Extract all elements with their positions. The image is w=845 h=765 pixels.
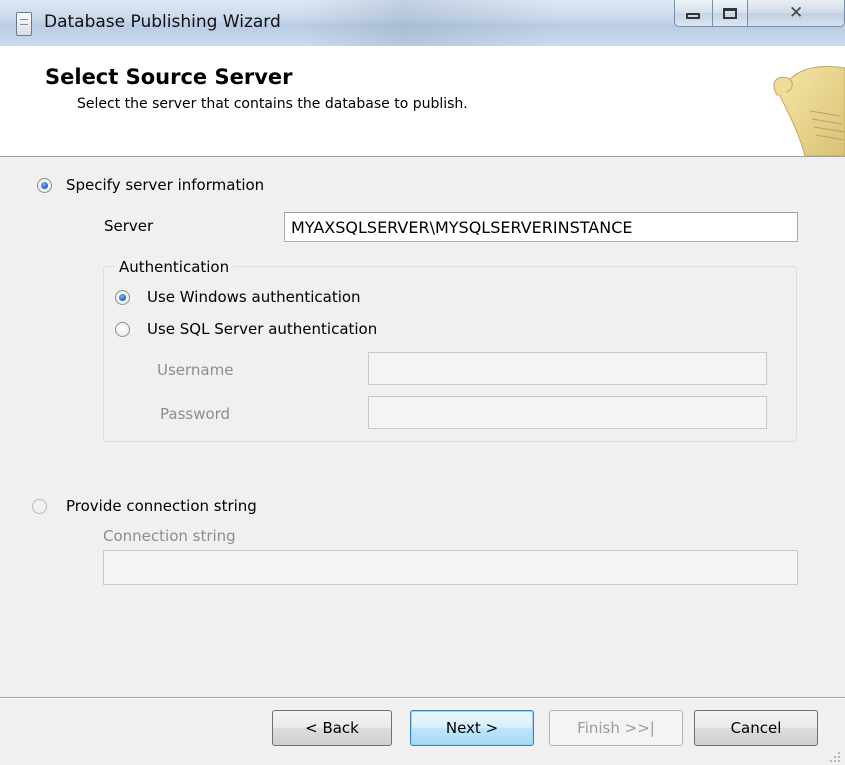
title-bar[interactable]: Database Publishing Wizard ✕: [0, 0, 845, 47]
sql-auth-label: Use SQL Server authentication: [147, 320, 378, 338]
close-button[interactable]: ✕: [748, 0, 845, 27]
minimize-icon: [686, 13, 701, 19]
password-label: Password: [160, 405, 231, 423]
specify-server-label: Specify server information: [66, 176, 265, 194]
connection-string-label: Connection string: [103, 527, 236, 545]
connection-string-radio-label: Provide connection string: [66, 497, 257, 515]
cancel-button[interactable]: Cancel: [694, 710, 818, 746]
connection-string-input[interactable]: [103, 550, 798, 585]
connection-string-radio[interactable]: [32, 499, 47, 514]
server-input[interactable]: MYAXSQLSERVER\MYSQLSERVERINSTANCE: [284, 212, 798, 242]
resize-grip-icon[interactable]: [826, 748, 842, 764]
username-input[interactable]: [368, 352, 767, 385]
password-input[interactable]: [368, 396, 767, 429]
maximize-button[interactable]: [712, 0, 749, 27]
app-icon: [16, 12, 32, 36]
windows-auth-label: Use Windows authentication: [147, 288, 361, 306]
finish-button[interactable]: Finish >>|: [549, 710, 683, 746]
back-button[interactable]: < Back: [272, 710, 392, 746]
username-label: Username: [157, 361, 234, 379]
minimize-button[interactable]: [674, 0, 713, 27]
wizard-window: Database Publishing Wizard ✕ Select Sour…: [0, 0, 845, 765]
wizard-header: Select Source Server Select the server t…: [0, 46, 845, 157]
server-label: Server: [104, 217, 154, 235]
window-title: Database Publishing Wizard: [44, 12, 281, 32]
sql-auth-radio[interactable]: [115, 322, 130, 337]
windows-auth-radio[interactable]: [115, 290, 130, 305]
specify-server-radio[interactable]: [37, 178, 52, 193]
close-icon: ✕: [788, 2, 804, 23]
maximize-icon: [722, 7, 737, 19]
page-subtitle: Select the server that contains the data…: [77, 96, 468, 112]
next-button[interactable]: Next >: [410, 710, 534, 746]
caption-buttons: ✕: [674, 0, 845, 28]
page-title: Select Source Server: [45, 65, 293, 89]
scroll-icon: [773, 65, 845, 156]
authentication-legend: Authentication: [115, 258, 234, 276]
